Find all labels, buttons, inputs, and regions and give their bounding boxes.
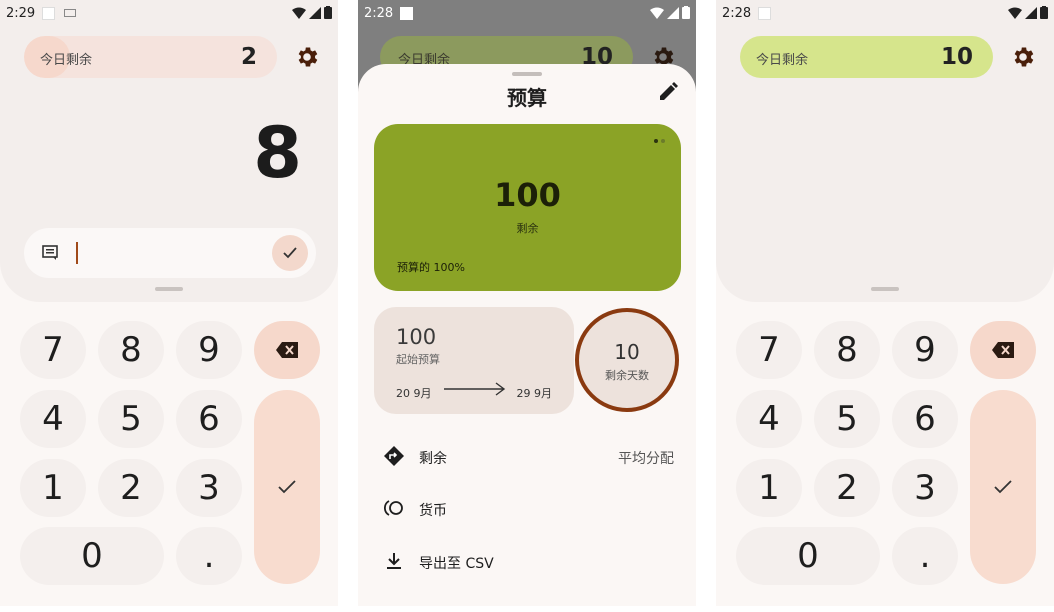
key-1[interactable]: 1 [20,459,86,517]
status-time: 2:28 [722,6,752,21]
signal-icon [309,6,321,19]
signal-icon [667,6,679,19]
budget-bottom-sheet: 预算 100 剩余 预算的 100% 100 起始预算 20 9月 29 9月 … [358,64,696,606]
row-label: 货币 [419,503,447,519]
edit-pencil-icon[interactable] [658,82,678,102]
notification-icon [758,7,771,20]
key-2[interactable]: 2 [814,459,880,517]
wifi-icon [1008,7,1022,19]
status-time: 2:29 [6,6,36,21]
key-0[interactable]: 0 [736,527,880,585]
download-icon [387,553,401,569]
check-icon [278,480,296,494]
key-4[interactable]: 4 [736,390,802,448]
settings-gear-icon[interactable] [294,44,320,70]
remaining-value: 10 [940,44,973,70]
wifi-icon [650,7,664,19]
remaining-distribution-row[interactable]: 剩余 平均分配 [358,436,696,476]
key-2[interactable]: 2 [98,459,164,517]
days-left-value: 10 [614,340,640,364]
calculator-screen-1: 2:29 今日剩余 2 8 7 8 9 4 5 6 1 2 3 0 . [0,0,338,606]
key-decimal[interactable]: . [176,527,242,585]
settings-gear-icon[interactable] [1010,44,1036,70]
days-left-label: 剩余天数 [605,369,649,382]
end-date: 29 9月 [516,387,553,400]
arrow-right-icon [444,382,506,396]
days-left-circle[interactable]: 10 剩余天数 [575,308,679,412]
entry-display: 8 [253,112,302,194]
budget-sheet-screen: 2:28 今日剩余 10 预算 100 剩余 预算的 100% 100 起始预算… [358,0,696,606]
card-value: 100 [494,176,561,214]
status-bar: 2:29 [0,0,338,28]
keyboard-icon [64,9,76,17]
remaining-value: 2 [240,44,257,70]
notification-icon [42,7,55,20]
comment-icon [42,245,58,260]
backspace-icon [276,342,298,358]
daily-remaining-pill[interactable]: 今日剩余 10 [740,36,993,78]
sheet-title: 预算 [507,86,547,110]
key-6[interactable]: 6 [176,390,242,448]
key-7[interactable]: 7 [20,321,86,379]
key-7[interactable]: 7 [736,321,802,379]
start-date: 20 9月 [396,387,432,400]
confirm-note-button[interactable] [272,235,308,271]
budget-remaining-card[interactable]: 100 剩余 预算的 100% [374,124,681,291]
directions-icon [384,446,404,466]
notification-icon [400,7,413,20]
battery-icon [1040,6,1048,19]
drag-handle[interactable] [155,287,183,291]
backspace-button[interactable] [254,321,320,379]
export-csv-row[interactable]: 导出至 CSV [358,541,696,581]
key-5[interactable]: 5 [814,390,880,448]
status-bar: 2:28 [358,0,696,28]
text-caret [76,242,78,264]
status-time: 2:28 [364,6,394,21]
currency-row[interactable]: 货币 [358,488,696,528]
key-3[interactable]: 3 [176,459,242,517]
currency-icon [384,500,403,516]
wifi-icon [292,7,306,19]
enter-button[interactable] [970,390,1036,584]
key-0[interactable]: 0 [20,527,164,585]
check-icon [994,480,1012,494]
row-label: 导出至 CSV [419,556,494,572]
key-3[interactable]: 3 [892,459,958,517]
calculator-screen-3: 2:28 今日剩余 10 7 8 9 4 5 6 1 2 3 0 . [716,0,1054,606]
key-1[interactable]: 1 [736,459,802,517]
status-bar: 2:28 [716,0,1054,28]
card-percent: 预算的 100% [397,261,465,274]
battery-icon [324,6,332,19]
page-indicator [654,139,665,143]
backspace-icon [992,342,1014,358]
key-8[interactable]: 8 [814,321,880,379]
row-label: 剩余 [419,451,447,467]
enter-button[interactable] [254,390,320,584]
battery-icon [682,6,690,19]
key-4[interactable]: 4 [20,390,86,448]
key-5[interactable]: 5 [98,390,164,448]
key-9[interactable]: 9 [176,321,242,379]
start-budget-value: 100 [396,325,437,349]
key-6[interactable]: 6 [892,390,958,448]
key-decimal[interactable]: . [892,527,958,585]
signal-icon [1025,6,1037,19]
drag-handle[interactable] [871,287,899,291]
row-value: 平均分配 [618,451,674,467]
note-input[interactable] [24,228,316,278]
remaining-label: 今日剩余 [756,53,809,68]
card-label: 剩余 [516,222,539,235]
daily-remaining-pill[interactable]: 今日剩余 2 [24,36,277,78]
key-9[interactable]: 9 [892,321,958,379]
sheet-drag-handle[interactable] [512,72,542,76]
check-icon [283,247,297,259]
start-budget-card[interactable]: 100 起始预算 20 9月 29 9月 [374,307,574,414]
start-budget-label: 起始预算 [396,353,440,366]
key-8[interactable]: 8 [98,321,164,379]
remaining-label: 今日剩余 [40,53,93,68]
backspace-button[interactable] [970,321,1036,379]
